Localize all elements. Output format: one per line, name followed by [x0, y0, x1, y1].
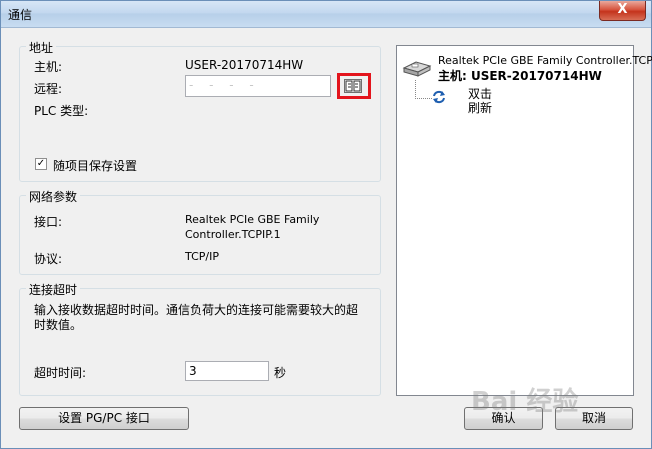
- title-bar[interactable]: 通信 X: [1, 1, 651, 28]
- remote-label: 远程:: [34, 82, 63, 96]
- remote-address-input[interactable]: - - - -: [185, 75, 331, 97]
- protocol-value: TCP/IP: [185, 250, 219, 263]
- timeout-label: 超时时间:: [34, 366, 87, 380]
- save-with-project-checkbox[interactable]: ✓: [35, 158, 47, 170]
- browse-address-button[interactable]: [337, 73, 371, 99]
- host-value: USER-20170714HW: [185, 58, 304, 72]
- refresh-icon[interactable]: [431, 89, 447, 108]
- setup-pgpc-interface-button[interactable]: 设置 PG/PC 接口: [19, 407, 189, 430]
- interface-label: 接口:: [34, 215, 63, 229]
- timeout-description-line1: 输入接收数据超时时间。通信负荷大的连接可能需要较大的超: [34, 303, 359, 317]
- tree-host-line[interactable]: 主机: USER-20170714HW: [438, 67, 602, 84]
- refresh-label-line2[interactable]: 刷新: [468, 99, 492, 116]
- network-params-legend: 网络参数: [26, 188, 81, 205]
- interface-value-line2: Controller.TCPIP.1: [185, 228, 281, 241]
- address-legend: 地址: [26, 39, 57, 56]
- timeout-unit: 秒: [274, 366, 287, 380]
- timeout-input[interactable]: 3: [185, 361, 269, 381]
- watermark: Bai 经验: [471, 387, 579, 417]
- plc-type-label: PLC 类型:: [34, 104, 89, 118]
- save-with-project-label[interactable]: 随项目保存设置: [53, 157, 137, 174]
- window-title: 通信: [8, 8, 33, 22]
- protocol-label: 协议:: [34, 252, 63, 266]
- communication-dialog: 通信 X 地址 主机: USER-20170714HW 远程: - - - - …: [0, 0, 652, 449]
- close-button[interactable]: X: [599, 1, 646, 21]
- network-adapter-icon: [402, 58, 432, 81]
- network-tree[interactable]: Realtek PCIe GBE Family Controller.TCPI …: [396, 45, 652, 396]
- host-label: 主机:: [34, 60, 63, 74]
- network-adapter-name[interactable]: Realtek PCIe GBE Family Controller.TCPI: [438, 54, 652, 67]
- timeout-description-line2: 时数值。: [34, 318, 83, 332]
- interface-value-line1: Realtek PCIe GBE Family: [185, 213, 320, 226]
- address-book-icon: [344, 79, 362, 93]
- connection-timeout-legend: 连接超时: [26, 281, 81, 298]
- tree-connector: [415, 80, 432, 99]
